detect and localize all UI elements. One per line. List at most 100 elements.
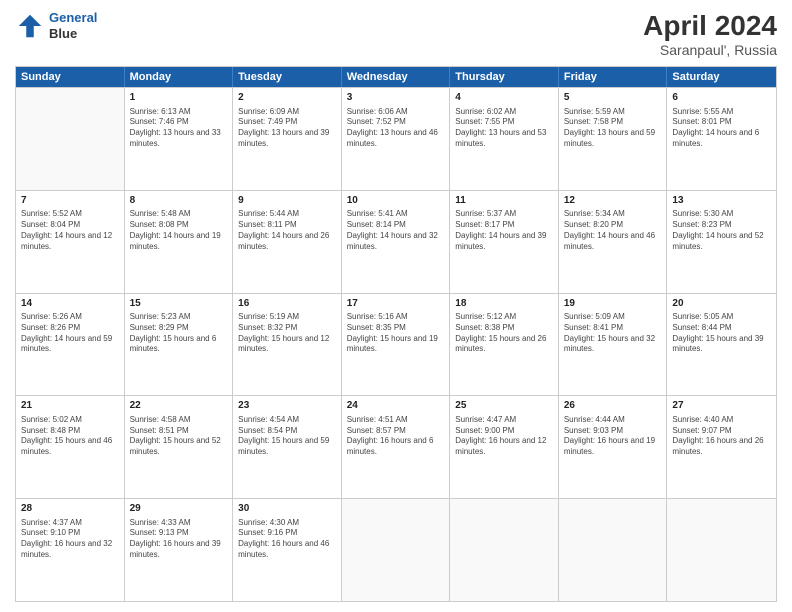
day-number: 8 bbox=[130, 194, 228, 208]
cell-info: Sunrise: 4:58 AMSunset: 8:51 PMDaylight:… bbox=[130, 415, 228, 458]
cell-info: Sunrise: 5:09 AMSunset: 8:41 PMDaylight:… bbox=[564, 312, 662, 355]
header-friday: Friday bbox=[559, 67, 668, 87]
cell-info: Sunrise: 5:48 AMSunset: 8:08 PMDaylight:… bbox=[130, 209, 228, 252]
title-block: April 2024 Saranpaul', Russia bbox=[643, 10, 777, 58]
day-cell-4-2: 30 Sunrise: 4:30 AMSunset: 9:16 PMDayligh… bbox=[233, 499, 342, 601]
day-number: 1 bbox=[130, 91, 228, 105]
day-number: 7 bbox=[21, 194, 119, 208]
day-number: 15 bbox=[130, 297, 228, 311]
day-number: 26 bbox=[564, 399, 662, 413]
logo-icon bbox=[15, 11, 45, 41]
day-number: 17 bbox=[347, 297, 445, 311]
day-number: 3 bbox=[347, 91, 445, 105]
page: General Blue April 2024 Saranpaul', Russ… bbox=[0, 0, 792, 612]
day-cell-3-2: 23Sunrise: 4:54 AMSunset: 8:54 PMDayligh… bbox=[233, 396, 342, 498]
cell-info: Sunrise: 4:30 AMSunset: 9:16 PMDaylight:… bbox=[238, 518, 336, 561]
header-tuesday: Tuesday bbox=[233, 67, 342, 87]
day-number: 22 bbox=[130, 399, 228, 413]
calendar-body: 1 Sunrise: 6:13 AMSunset: 7:46 PMDaylight… bbox=[16, 87, 776, 601]
week-row-3: 21 Sunrise: 5:02 AMSunset: 8:48 PMDayligh… bbox=[16, 395, 776, 498]
day-number: 14 bbox=[21, 297, 119, 311]
header-thursday: Thursday bbox=[450, 67, 559, 87]
header-saturday: Saturday bbox=[667, 67, 776, 87]
logo-line1: General bbox=[49, 10, 97, 25]
header-sunday: Sunday bbox=[16, 67, 125, 87]
cell-info: Sunrise: 4:33 AMSunset: 9:13 PMDaylight:… bbox=[130, 518, 228, 561]
cell-info: Sunrise: 5:34 AMSunset: 8:20 PMDaylight:… bbox=[564, 209, 662, 252]
cell-info: Sunrise: 4:40 AMSunset: 9:07 PMDaylight:… bbox=[672, 415, 771, 458]
title-location: Saranpaul', Russia bbox=[643, 42, 777, 58]
day-cell-4-5 bbox=[559, 499, 668, 601]
day-number: 12 bbox=[564, 194, 662, 208]
day-cell-2-4: 18Sunrise: 5:12 AMSunset: 8:38 PMDayligh… bbox=[450, 294, 559, 396]
day-cell-3-5: 26 Sunrise: 4:44 AMSunset: 9:03 PMDayligh… bbox=[559, 396, 668, 498]
cell-info: Sunrise: 4:51 AMSunset: 8:57 PMDaylight:… bbox=[347, 415, 445, 458]
day-number: 10 bbox=[347, 194, 445, 208]
day-cell-4-4 bbox=[450, 499, 559, 601]
cell-info: Sunrise: 5:44 AMSunset: 8:11 PMDaylight:… bbox=[238, 209, 336, 252]
day-number: 19 bbox=[564, 297, 662, 311]
day-cell-1-6: 13Sunrise: 5:30 AMSunset: 8:23 PMDayligh… bbox=[667, 191, 776, 293]
cell-info: Sunrise: 6:13 AMSunset: 7:46 PMDaylight:… bbox=[130, 107, 228, 150]
day-cell-0-4: 4 Sunrise: 6:02 AMSunset: 7:55 PMDaylight… bbox=[450, 88, 559, 190]
logo-line2: Blue bbox=[49, 26, 97, 42]
day-cell-4-0: 28 Sunrise: 4:37 AMSunset: 9:10 PMDayligh… bbox=[16, 499, 125, 601]
cell-info: Sunrise: 5:19 AMSunset: 8:32 PMDaylight:… bbox=[238, 312, 336, 355]
day-cell-2-1: 15Sunrise: 5:23 AMSunset: 8:29 PMDayligh… bbox=[125, 294, 234, 396]
day-cell-2-2: 16Sunrise: 5:19 AMSunset: 8:32 PMDayligh… bbox=[233, 294, 342, 396]
calendar-header: Sunday Monday Tuesday Wednesday Thursday… bbox=[16, 67, 776, 87]
day-number: 25 bbox=[455, 399, 553, 413]
day-cell-0-0 bbox=[16, 88, 125, 190]
day-cell-0-6: 6 Sunrise: 5:55 AMSunset: 8:01 PMDaylight… bbox=[667, 88, 776, 190]
cell-info: Sunrise: 5:55 AMSunset: 8:01 PMDaylight:… bbox=[672, 107, 771, 150]
day-cell-0-1: 1 Sunrise: 6:13 AMSunset: 7:46 PMDaylight… bbox=[125, 88, 234, 190]
cell-info: Sunrise: 4:47 AMSunset: 9:00 PMDaylight:… bbox=[455, 415, 553, 458]
day-cell-1-0: 7Sunrise: 5:52 AMSunset: 8:04 PMDaylight… bbox=[16, 191, 125, 293]
cell-info: Sunrise: 6:02 AMSunset: 7:55 PMDaylight:… bbox=[455, 107, 553, 150]
day-number: 6 bbox=[672, 91, 771, 105]
cell-info: Sunrise: 4:44 AMSunset: 9:03 PMDaylight:… bbox=[564, 415, 662, 458]
day-cell-4-3 bbox=[342, 499, 451, 601]
cell-info: Sunrise: 5:12 AMSunset: 8:38 PMDaylight:… bbox=[455, 312, 553, 355]
day-number: 21 bbox=[21, 399, 119, 413]
cell-info: Sunrise: 5:52 AMSunset: 8:04 PMDaylight:… bbox=[21, 209, 119, 252]
day-number: 13 bbox=[672, 194, 771, 208]
day-number: 23 bbox=[238, 399, 336, 413]
cell-info: Sunrise: 5:05 AMSunset: 8:44 PMDaylight:… bbox=[672, 312, 771, 355]
day-number: 5 bbox=[564, 91, 662, 105]
cell-info: Sunrise: 6:06 AMSunset: 7:52 PMDaylight:… bbox=[347, 107, 445, 150]
week-row-0: 1 Sunrise: 6:13 AMSunset: 7:46 PMDaylight… bbox=[16, 87, 776, 190]
logo-text: General Blue bbox=[49, 10, 97, 41]
cell-info: Sunrise: 4:37 AMSunset: 9:10 PMDaylight:… bbox=[21, 518, 119, 561]
day-cell-1-4: 11Sunrise: 5:37 AMSunset: 8:17 PMDayligh… bbox=[450, 191, 559, 293]
logo: General Blue bbox=[15, 10, 97, 41]
day-cell-0-5: 5 Sunrise: 5:59 AMSunset: 7:58 PMDaylight… bbox=[559, 88, 668, 190]
day-number: 28 bbox=[21, 502, 119, 516]
header-wednesday: Wednesday bbox=[342, 67, 451, 87]
day-cell-0-3: 3 Sunrise: 6:06 AMSunset: 7:52 PMDaylight… bbox=[342, 88, 451, 190]
day-number: 4 bbox=[455, 91, 553, 105]
day-number: 16 bbox=[238, 297, 336, 311]
day-cell-4-6 bbox=[667, 499, 776, 601]
day-number: 20 bbox=[672, 297, 771, 311]
cell-info: Sunrise: 5:16 AMSunset: 8:35 PMDaylight:… bbox=[347, 312, 445, 355]
cell-info: Sunrise: 5:02 AMSunset: 8:48 PMDaylight:… bbox=[21, 415, 119, 458]
cell-info: Sunrise: 5:41 AMSunset: 8:14 PMDaylight:… bbox=[347, 209, 445, 252]
day-number: 30 bbox=[238, 502, 336, 516]
week-row-2: 14Sunrise: 5:26 AMSunset: 8:26 PMDayligh… bbox=[16, 293, 776, 396]
day-number: 11 bbox=[455, 194, 553, 208]
cell-info: Sunrise: 5:26 AMSunset: 8:26 PMDaylight:… bbox=[21, 312, 119, 355]
day-cell-1-1: 8Sunrise: 5:48 AMSunset: 8:08 PMDaylight… bbox=[125, 191, 234, 293]
day-cell-4-1: 29 Sunrise: 4:33 AMSunset: 9:13 PMDayligh… bbox=[125, 499, 234, 601]
day-cell-0-2: 2Sunrise: 6:09 AMSunset: 7:49 PMDaylight… bbox=[233, 88, 342, 190]
header: General Blue April 2024 Saranpaul', Russ… bbox=[15, 10, 777, 58]
day-cell-1-3: 10Sunrise: 5:41 AMSunset: 8:14 PMDayligh… bbox=[342, 191, 451, 293]
day-cell-3-4: 25 Sunrise: 4:47 AMSunset: 9:00 PMDayligh… bbox=[450, 396, 559, 498]
day-number: 9 bbox=[238, 194, 336, 208]
cell-info: Sunrise: 5:59 AMSunset: 7:58 PMDaylight:… bbox=[564, 107, 662, 150]
day-cell-1-2: 9Sunrise: 5:44 AMSunset: 8:11 PMDaylight… bbox=[233, 191, 342, 293]
day-number: 29 bbox=[130, 502, 228, 516]
day-number: 24 bbox=[347, 399, 445, 413]
cell-info: Sunrise: 5:37 AMSunset: 8:17 PMDaylight:… bbox=[455, 209, 553, 252]
day-cell-2-5: 19Sunrise: 5:09 AMSunset: 8:41 PMDayligh… bbox=[559, 294, 668, 396]
